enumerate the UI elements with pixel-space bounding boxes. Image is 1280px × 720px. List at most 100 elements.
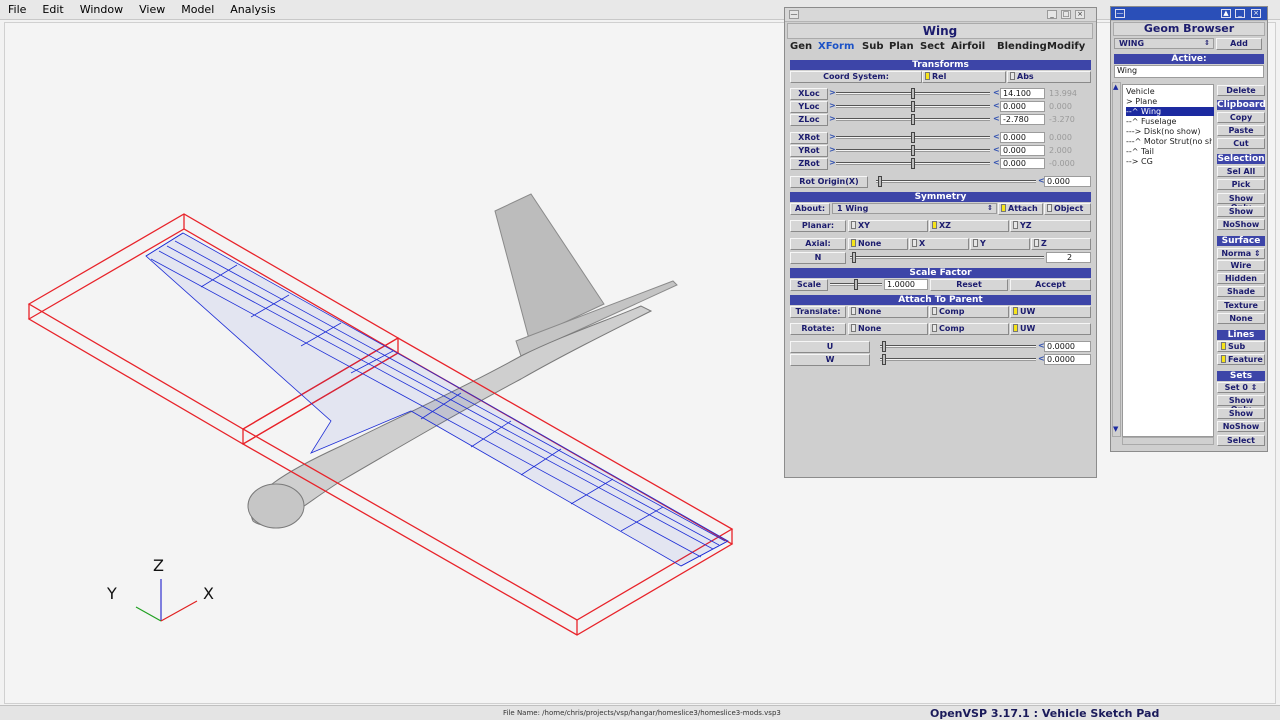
tab-sub[interactable]: Sub (862, 41, 883, 52)
yrot-slider[interactable] (836, 145, 990, 156)
add-button[interactable]: Add (1216, 38, 1262, 50)
w-field[interactable]: 0.0000 (1044, 354, 1091, 365)
menu-icon[interactable]: — (1115, 9, 1125, 18)
tree-item-selected[interactable]: --^ Wing (1126, 107, 1214, 116)
menu-file[interactable]: File (0, 3, 34, 16)
tree-item[interactable]: --^ Tail (1126, 147, 1154, 156)
translate-comp[interactable]: Comp (929, 306, 1009, 318)
minimize-icon[interactable]: _ (1235, 9, 1245, 18)
xloc-left-arrow[interactable]: > (829, 88, 836, 97)
rot-origin-slider[interactable] (876, 176, 1036, 187)
pick-button[interactable]: Pick (1217, 179, 1265, 190)
maximize-icon[interactable]: □ (1061, 10, 1071, 19)
rotate-comp[interactable]: Comp (929, 323, 1009, 335)
wing-titlebar[interactable]: — _ □ × (785, 8, 1096, 22)
menu-analysis[interactable]: Analysis (222, 3, 283, 16)
yrot-left-arrow[interactable]: > (829, 145, 836, 154)
set-select[interactable]: Set 0 ⇕ (1217, 382, 1265, 393)
xrot-right-arrow[interactable]: < (993, 132, 1000, 141)
u-slider[interactable] (880, 341, 1036, 352)
zloc-slider-thumb[interactable] (911, 114, 915, 125)
tree-item[interactable]: Vehicle (1126, 87, 1155, 96)
scale-slider[interactable] (830, 279, 882, 290)
translate-none[interactable]: None (848, 306, 928, 318)
min-icon[interactable]: — (789, 10, 799, 19)
zrot-slider-thumb[interactable] (911, 158, 915, 169)
sets-show-only-button[interactable]: Show Only (1217, 395, 1265, 414)
zloc-slider[interactable] (836, 114, 990, 125)
zloc-right-arrow[interactable]: < (993, 114, 1000, 123)
tree-hscrollbar[interactable] (1122, 437, 1214, 445)
select-button[interactable]: Select (1217, 435, 1265, 446)
zloc-field[interactable]: -2.780 (1000, 114, 1045, 125)
object-toggle[interactable]: Object (1044, 203, 1091, 215)
show-only-button[interactable]: Show Only (1217, 193, 1265, 212)
yrot-field[interactable]: 0.000 (1000, 145, 1045, 156)
shade-button[interactable]: Shade (1217, 286, 1265, 297)
tab-airfoil[interactable]: Airfoil (951, 41, 985, 52)
xrot-left-arrow[interactable]: > (829, 132, 836, 141)
menu-view[interactable]: View (131, 3, 173, 16)
axial-x[interactable]: X (909, 238, 969, 250)
yrot-right-arrow[interactable]: < (993, 145, 1000, 154)
yloc-slider[interactable] (836, 101, 990, 112)
menu-window[interactable]: Window (72, 3, 131, 16)
rot-origin-field[interactable]: 0.000 (1044, 176, 1091, 187)
about-select[interactable]: 1 Wing ⇕ (832, 203, 997, 214)
xloc-field[interactable]: 14.100 (1000, 88, 1045, 99)
geom-type-select[interactable]: WING ⇕ (1114, 38, 1214, 49)
tab-gen[interactable]: Gen (790, 41, 812, 52)
scroll-up-icon[interactable]: ▲ (1113, 83, 1118, 91)
yloc-left-arrow[interactable]: > (829, 101, 836, 110)
sets-noshow-button[interactable]: NoShow (1217, 421, 1265, 432)
axial-z[interactable]: Z (1031, 238, 1091, 250)
menu-model[interactable]: Model (173, 3, 222, 16)
n-field[interactable]: 2 (1046, 252, 1091, 263)
n-slider[interactable] (850, 252, 1044, 263)
rotate-none[interactable]: None (848, 323, 928, 335)
translate-uw[interactable]: UW (1010, 306, 1091, 318)
tab-xform[interactable]: XForm (818, 41, 854, 52)
xloc-slider[interactable] (836, 88, 990, 99)
yloc-right-arrow[interactable]: < (993, 101, 1000, 110)
delete-button[interactable]: Delete (1217, 85, 1265, 96)
menu-edit[interactable]: Edit (34, 3, 71, 16)
planar-yz[interactable]: YZ (1010, 220, 1091, 232)
zrot-field[interactable]: 0.000 (1000, 158, 1045, 169)
tree-item[interactable]: --> CG (1126, 157, 1153, 166)
tab-sect[interactable]: Sect (920, 41, 945, 52)
zloc-left-arrow[interactable]: > (829, 114, 836, 123)
rotate-uw[interactable]: UW (1010, 323, 1091, 335)
close-icon[interactable]: × (1075, 10, 1085, 19)
axial-none[interactable]: None (848, 238, 908, 250)
surface-select[interactable]: Norma ⇕ (1217, 248, 1265, 259)
zrot-slider[interactable] (836, 158, 990, 169)
tab-modify[interactable]: Modify (1047, 41, 1085, 52)
sub-toggle[interactable]: Sub (1217, 341, 1265, 352)
show-button[interactable]: Show (1217, 206, 1265, 217)
feature-toggle[interactable]: Feature (1217, 354, 1265, 365)
wire-button[interactable]: Wire (1217, 260, 1265, 271)
abs-toggle[interactable]: Abs (1007, 71, 1091, 83)
scale-field[interactable]: 1.0000 (884, 279, 928, 290)
tree-scrollbar[interactable]: ▲ ▼ (1112, 82, 1121, 437)
minimize-icon[interactable]: _ (1047, 10, 1057, 19)
u-field[interactable]: 0.0000 (1044, 341, 1091, 352)
tab-plan[interactable]: Plan (889, 41, 914, 52)
xloc-slider-thumb[interactable] (911, 88, 915, 99)
sets-show-button[interactable]: Show (1217, 408, 1265, 419)
hidden-button[interactable]: Hidden (1217, 273, 1265, 284)
geom-tree[interactable]: Vehicle > Plane --^ Wing --^ Fuselage --… (1122, 84, 1214, 437)
axial-y[interactable]: Y (970, 238, 1030, 250)
xrot-slider-thumb[interactable] (911, 132, 915, 143)
cut-button[interactable]: Cut (1217, 138, 1265, 149)
tree-item[interactable]: ---> Disk(no show) (1126, 127, 1201, 136)
copy-button[interactable]: Copy (1217, 112, 1265, 123)
yrot-slider-thumb[interactable] (911, 145, 915, 156)
geom-browser-titlebar[interactable]: — ▲ _ × (1111, 7, 1267, 21)
tree-item[interactable]: ---^ Motor Strut(no sh (1126, 137, 1212, 146)
zrot-left-arrow[interactable]: > (829, 158, 836, 167)
w-slider[interactable] (880, 354, 1036, 365)
accept-button[interactable]: Accept (1010, 279, 1091, 291)
scroll-down-icon[interactable]: ▼ (1113, 425, 1118, 433)
